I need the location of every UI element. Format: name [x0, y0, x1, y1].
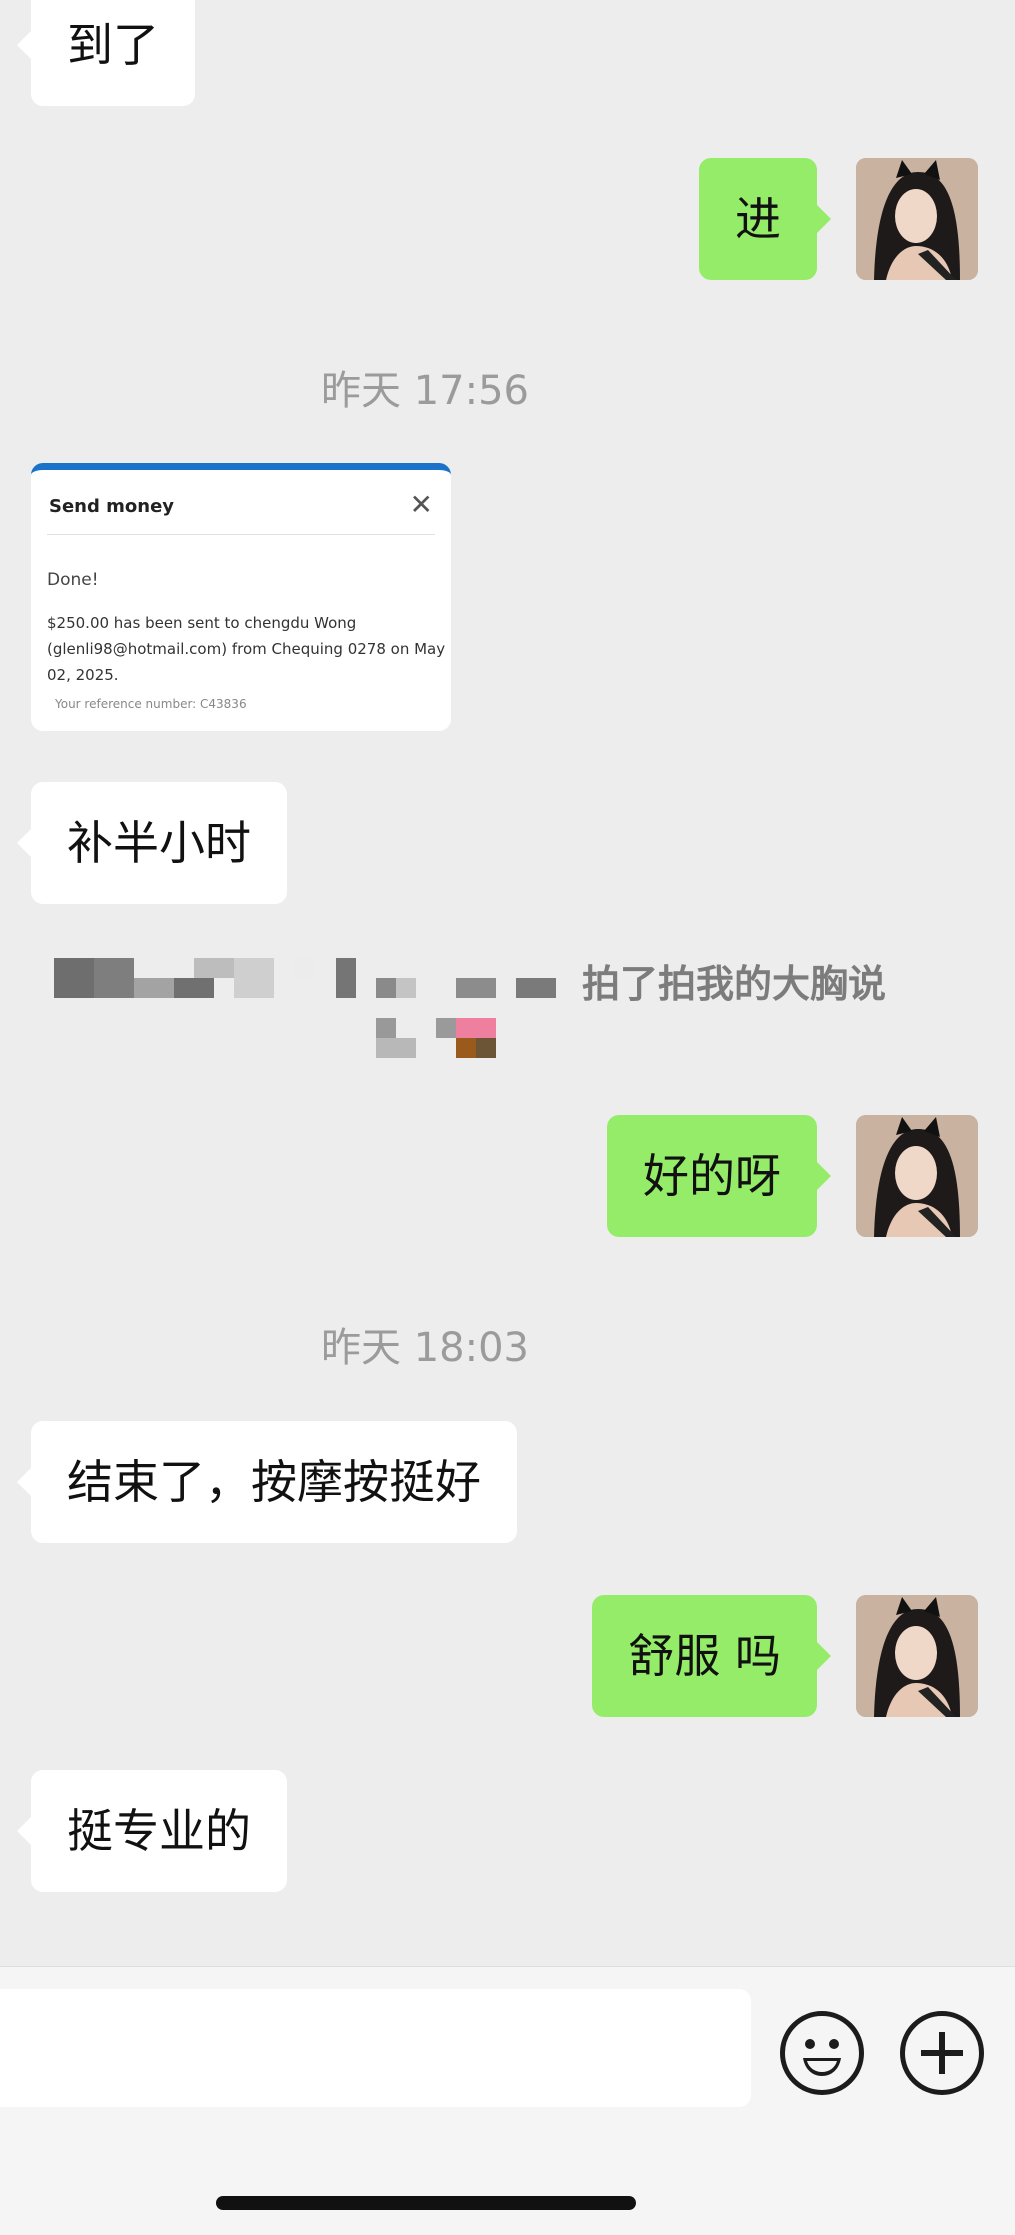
- avatar-portrait-icon: [856, 1595, 978, 1717]
- transfer-image-card[interactable]: Send money ✕ Done! $250.00 has been sent…: [31, 463, 451, 731]
- pixelated-name: [54, 958, 574, 1062]
- message-text: 到了: [67, 18, 159, 72]
- transfer-status: Done!: [47, 570, 99, 590]
- close-icon: ✕: [409, 488, 433, 521]
- transfer-reference: Your reference number: C43836: [55, 697, 247, 711]
- avatar-portrait-icon: [856, 1115, 978, 1237]
- timestamp: 昨天 17:56: [321, 368, 529, 414]
- user-avatar[interactable]: [856, 1115, 978, 1237]
- message-bubble-outgoing[interactable]: 好的呀: [607, 1115, 831, 1237]
- avatar-portrait-icon: [856, 158, 978, 280]
- message-text: 挺专业的: [67, 1804, 251, 1858]
- transfer-details: $250.00 has been sent to chengdu Wong (g…: [47, 614, 446, 684]
- message-input[interactable]: [0, 1989, 751, 2107]
- user-avatar[interactable]: [856, 1595, 978, 1717]
- message-text: 进: [735, 192, 781, 246]
- message-text: 结束了，按摩按挺好: [67, 1455, 481, 1509]
- message-bubble-incoming[interactable]: 补半小时: [17, 782, 287, 904]
- home-indicator: [216, 2196, 636, 2210]
- message-bubble-incoming[interactable]: 挺专业的: [17, 1770, 287, 1892]
- transfer-header: Send money: [49, 496, 175, 517]
- message-text: 补半小时: [67, 816, 251, 870]
- message-bubble-incoming[interactable]: 结束了，按摩按挺好: [17, 1421, 517, 1543]
- message-bubble-outgoing[interactable]: 舒服 吗: [592, 1595, 831, 1717]
- smiley-icon[interactable]: [780, 2011, 864, 2095]
- user-avatar[interactable]: [856, 158, 978, 280]
- message-text: 舒服 吗: [628, 1629, 781, 1683]
- message-bubble-outgoing[interactable]: 进: [699, 158, 831, 280]
- message-text: 好的呀: [643, 1149, 781, 1203]
- plus-circle-icon[interactable]: [900, 2011, 984, 2095]
- divider: [47, 534, 435, 535]
- input-bar: [0, 1966, 1015, 2235]
- pat-notice: 拍了拍我的大胸说: [582, 962, 887, 1006]
- timestamp: 昨天 18:03: [321, 1325, 529, 1371]
- message-bubble-incoming[interactable]: 到了: [17, 0, 195, 106]
